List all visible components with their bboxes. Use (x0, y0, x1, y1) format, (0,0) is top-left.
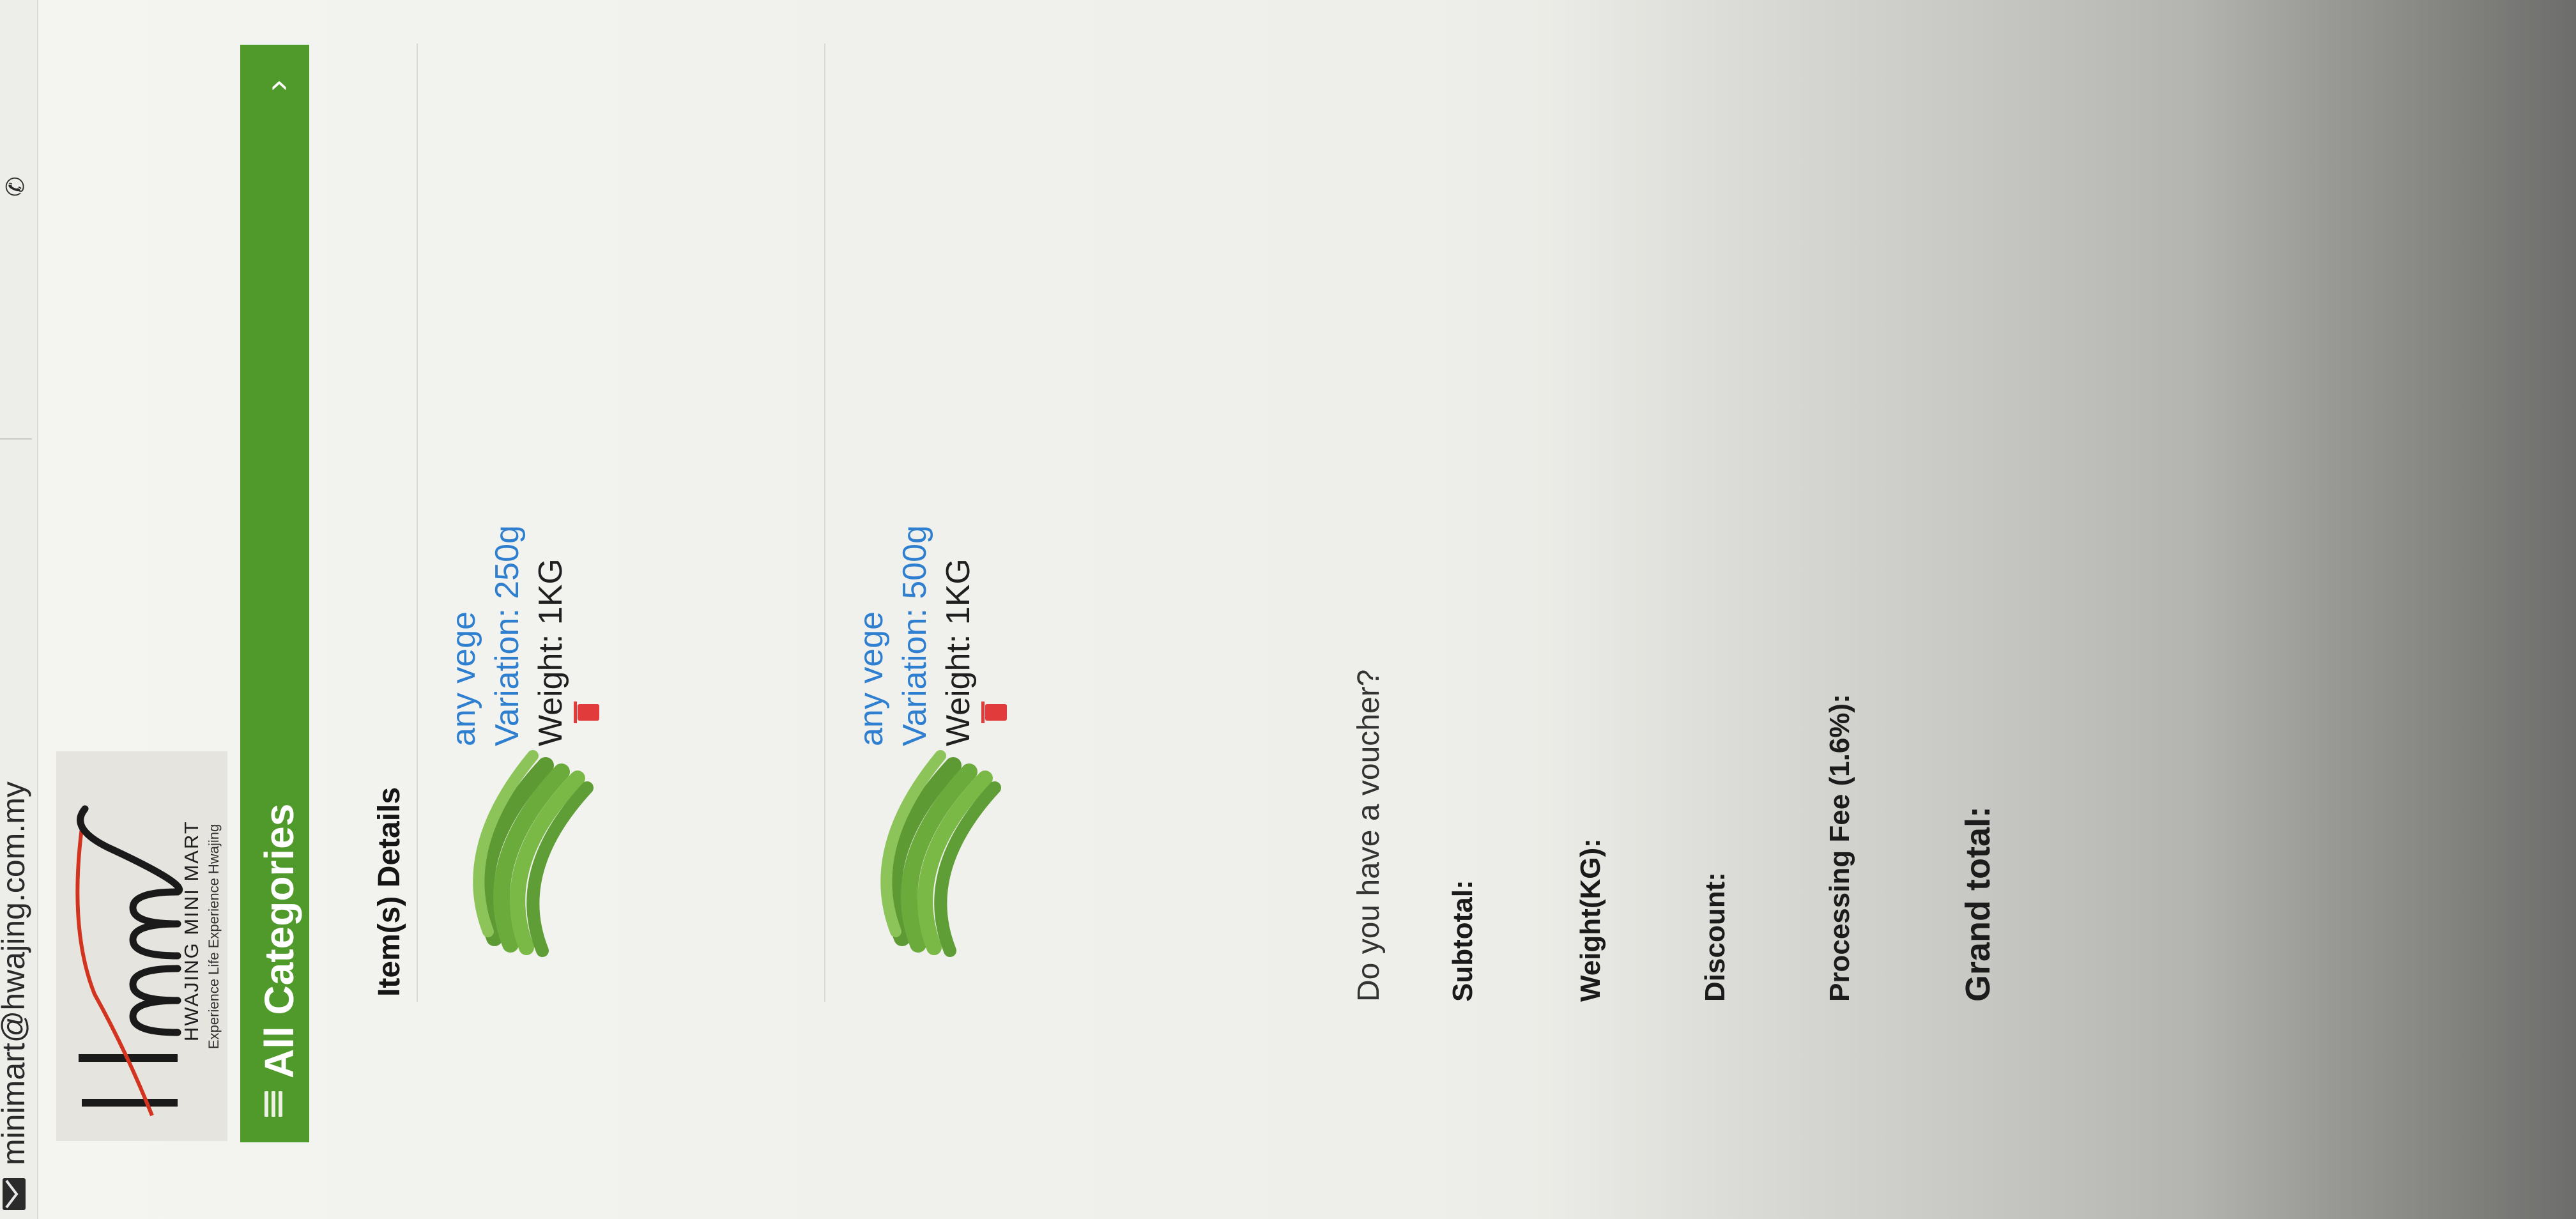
categories-label: All Categories (256, 803, 302, 1078)
item-weight: Weight: 1KG (532, 558, 569, 746)
grand-total-label: Grand total: (1959, 806, 1997, 1002)
cart-item: any vege Variation: 250g Weight: 1KG (417, 43, 801, 1002)
mail-icon (3, 1178, 26, 1210)
green-beans-image (880, 750, 1001, 957)
photo-shadow (0, 0, 2576, 1219)
all-categories-menu[interactable]: All Categories › (240, 45, 309, 1142)
processing-fee-label: Processing Fee (1.6%): (1824, 694, 1855, 1002)
checkout-page: minimart@hwajing.com.my ✆ HWAJING MINI M… (0, 0, 2576, 1219)
cart-item: any vege Variation: 500g Weight: 1KG (824, 43, 1209, 1002)
subtotal-label: Subtotal: (1447, 880, 1478, 1002)
hamburger-menu-icon (264, 1091, 282, 1117)
items-section-title: Item(s) Details (372, 786, 406, 997)
contact-divider (0, 438, 32, 440)
contact-email-link[interactable]: minimart@hwajing.com.my (0, 781, 32, 1165)
brand-tagline: Experience Life Experience Hwajing (206, 824, 222, 1049)
chevron-down-icon[interactable]: › (257, 80, 296, 91)
trash-icon[interactable] (578, 704, 599, 721)
green-beans-image (473, 750, 594, 957)
item-variation: Variation: 500g (896, 525, 933, 746)
item-name-link[interactable]: any vege (852, 611, 891, 746)
phone-icon: ✆ (3, 176, 29, 197)
voucher-link[interactable]: Do you have a voucher? (1351, 670, 1386, 1002)
discount-label: Discount: (1699, 872, 1731, 1002)
item-variation: Variation: 250g (489, 525, 526, 746)
contact-bar: minimart@hwajing.com.my ✆ (0, 0, 38, 1219)
item-name-link[interactable]: any vege (445, 611, 483, 746)
trash-icon[interactable] (985, 704, 1007, 721)
brand-name: HWAJING MINI MART (180, 820, 203, 1041)
item-weight: Weight: 1KG (940, 558, 977, 746)
store-logo[interactable]: HWAJING MINI MART Experience Life Experi… (56, 751, 227, 1141)
weight-label: Weight(KG): (1575, 838, 1606, 1002)
logo-mark-icon (75, 805, 183, 1117)
